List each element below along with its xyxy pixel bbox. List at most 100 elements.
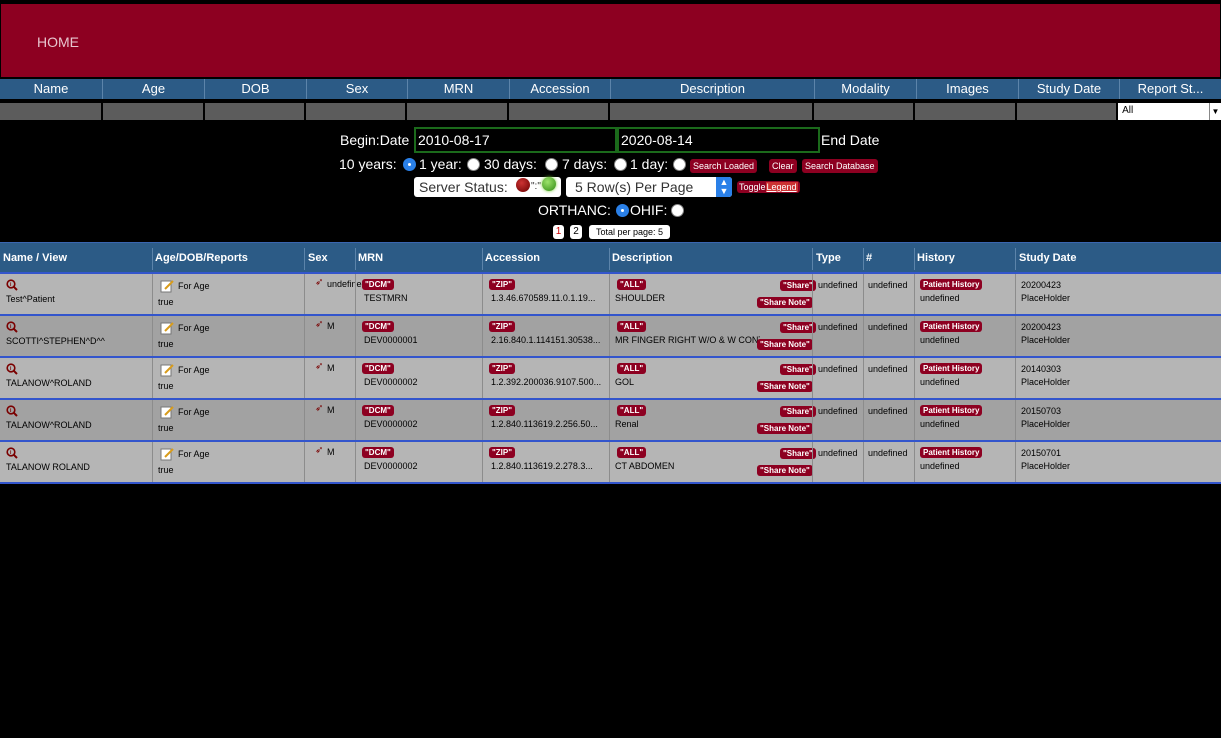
toggle-legend-button[interactable]: ToggleLegend (737, 181, 800, 193)
filter-study-date[interactable] (1017, 103, 1119, 120)
range-1-day-radio[interactable] (673, 158, 686, 171)
col-header-images[interactable]: Images (917, 79, 1019, 99)
table-row[interactable]: i Test^Patient For Age true ➶ undefined … (0, 272, 1221, 314)
share-button[interactable]: "Share" (780, 280, 816, 291)
dcm-button[interactable]: "DCM" (362, 363, 394, 374)
all-button[interactable]: "ALL" (617, 363, 647, 374)
grid-header-count[interactable]: # (866, 252, 872, 264)
report-edit-icon[interactable] (160, 321, 174, 335)
grid-header-study-date[interactable]: Study Date (1019, 252, 1076, 264)
view-magnifier-icon[interactable]: i (6, 447, 18, 459)
share-note-button[interactable]: "Share Note" (757, 381, 813, 392)
dcm-button[interactable]: "DCM" (362, 321, 394, 332)
col-header-mrn[interactable]: MRN (408, 79, 510, 99)
view-magnifier-icon[interactable]: i (6, 405, 18, 417)
range-7-days-radio[interactable] (614, 158, 627, 171)
share-note-button[interactable]: "Share Note" (757, 423, 813, 434)
table-row[interactable]: i TALANOW ROLAND For Age true ➶ M "DCM" … (0, 440, 1221, 482)
grid-header-mrn[interactable]: MRN (358, 252, 383, 264)
dcm-button[interactable]: "DCM" (362, 447, 394, 458)
report-edit-icon[interactable] (160, 405, 174, 419)
send-icon[interactable]: ➶ (315, 403, 323, 414)
grid-header-history[interactable]: History (917, 252, 955, 264)
grid-header-name[interactable]: Name / View (3, 252, 67, 264)
share-button[interactable]: "Share" (780, 364, 816, 375)
col-header-dob[interactable]: DOB (205, 79, 307, 99)
grid-header-accession[interactable]: Accession (485, 252, 540, 264)
grid-header-sex[interactable]: Sex (308, 252, 328, 264)
zip-button[interactable]: "ZIP" (489, 321, 516, 332)
view-magnifier-icon[interactable]: i (6, 279, 18, 291)
patient-history-button[interactable]: Patient History (920, 447, 983, 458)
all-button[interactable]: "ALL" (617, 447, 647, 458)
share-button[interactable]: "Share" (780, 322, 816, 333)
view-magnifier-icon[interactable]: i (6, 363, 18, 375)
grid-header-description[interactable]: Description (612, 252, 673, 264)
type-value: undefined (818, 364, 858, 374)
filter-name[interactable] (0, 103, 103, 120)
patient-history-button[interactable]: Patient History (920, 279, 983, 290)
ohif-radio[interactable] (671, 204, 684, 217)
view-magnifier-icon[interactable]: i (6, 321, 18, 333)
col-header-accession[interactable]: Accession (510, 79, 611, 99)
table-row[interactable]: i TALANOW^ROLAND For Age true ➶ M "DCM" … (0, 398, 1221, 440)
report-edit-icon[interactable] (160, 447, 174, 461)
send-icon[interactable]: ➶ (315, 319, 323, 330)
range-1-year-radio[interactable] (467, 158, 480, 171)
col-header-sex[interactable]: Sex (307, 79, 408, 99)
search-loaded-button[interactable]: Search Loaded (690, 159, 758, 173)
table-row[interactable]: i TALANOW^ROLAND For Age true ➶ M "DCM" … (0, 356, 1221, 398)
patient-history-button[interactable]: Patient History (920, 321, 983, 332)
col-header-report-status[interactable]: Report St... (1120, 79, 1221, 99)
patient-history-button[interactable]: Patient History (920, 405, 983, 416)
end-date-input[interactable]: 2020-08-14 (617, 127, 820, 153)
filter-description[interactable] (609, 103, 814, 120)
col-header-study-date[interactable]: Study Date (1019, 79, 1120, 99)
send-icon[interactable]: ➶ (315, 445, 323, 456)
page-2-button[interactable]: 2 (570, 225, 582, 239)
page-1-button[interactable]: 1 (553, 225, 564, 239)
filter-accession[interactable] (509, 103, 610, 120)
filter-images[interactable] (915, 103, 1018, 120)
rows-per-page-select[interactable]: 5 Row(s) Per Page ▲ ▼ (566, 177, 732, 197)
col-header-description[interactable]: Description (611, 79, 815, 99)
report-edit-icon[interactable] (160, 279, 174, 293)
col-header-age[interactable]: Age (103, 79, 205, 99)
range-30-days-radio[interactable] (545, 158, 558, 171)
col-header-modality[interactable]: Modality (815, 79, 917, 99)
filter-dob[interactable] (204, 103, 307, 120)
share-note-button[interactable]: "Share Note" (757, 465, 813, 476)
dcm-button[interactable]: "DCM" (362, 279, 394, 290)
filter-age[interactable] (102, 103, 205, 120)
zip-button[interactable]: "ZIP" (489, 447, 516, 458)
zip-button[interactable]: "ZIP" (489, 405, 516, 416)
filter-sex[interactable] (306, 103, 408, 120)
zip-button[interactable]: "ZIP" (489, 363, 516, 374)
all-button[interactable]: "ALL" (617, 321, 647, 332)
all-button[interactable]: "ALL" (617, 279, 647, 290)
clear-button[interactable]: Clear (769, 159, 797, 173)
grid-header-age[interactable]: Age/DOB/Reports (155, 252, 248, 264)
search-database-button[interactable]: Search Database (802, 159, 878, 173)
share-note-button[interactable]: "Share Note" (757, 339, 813, 350)
patient-history-button[interactable]: Patient History (920, 363, 983, 374)
filter-modality[interactable] (813, 103, 916, 120)
grid-header-type[interactable]: Type (816, 252, 841, 264)
share-note-button[interactable]: "Share Note" (757, 297, 813, 308)
all-button[interactable]: "ALL" (617, 405, 647, 416)
send-icon[interactable]: ➶ (315, 361, 323, 372)
home-link[interactable]: HOME (37, 34, 79, 50)
send-icon[interactable]: ➶ (315, 277, 323, 288)
range-10-years-radio[interactable] (403, 158, 416, 171)
share-button[interactable]: "Share" (780, 448, 816, 459)
filter-mrn[interactable] (407, 103, 510, 120)
table-row[interactable]: i SCOTTI^STEPHEN^D^^ For Age true ➶ M "D… (0, 314, 1221, 356)
col-header-name[interactable]: Name (0, 79, 103, 99)
report-edit-icon[interactable] (160, 363, 174, 377)
filter-report-status-select[interactable]: All ▼ (1118, 103, 1221, 120)
dcm-button[interactable]: "DCM" (362, 405, 394, 416)
share-button[interactable]: "Share" (780, 406, 816, 417)
begin-date-input[interactable]: 2010-08-17 (414, 127, 617, 153)
zip-button[interactable]: "ZIP" (489, 279, 516, 290)
orthanc-radio[interactable] (616, 204, 629, 217)
